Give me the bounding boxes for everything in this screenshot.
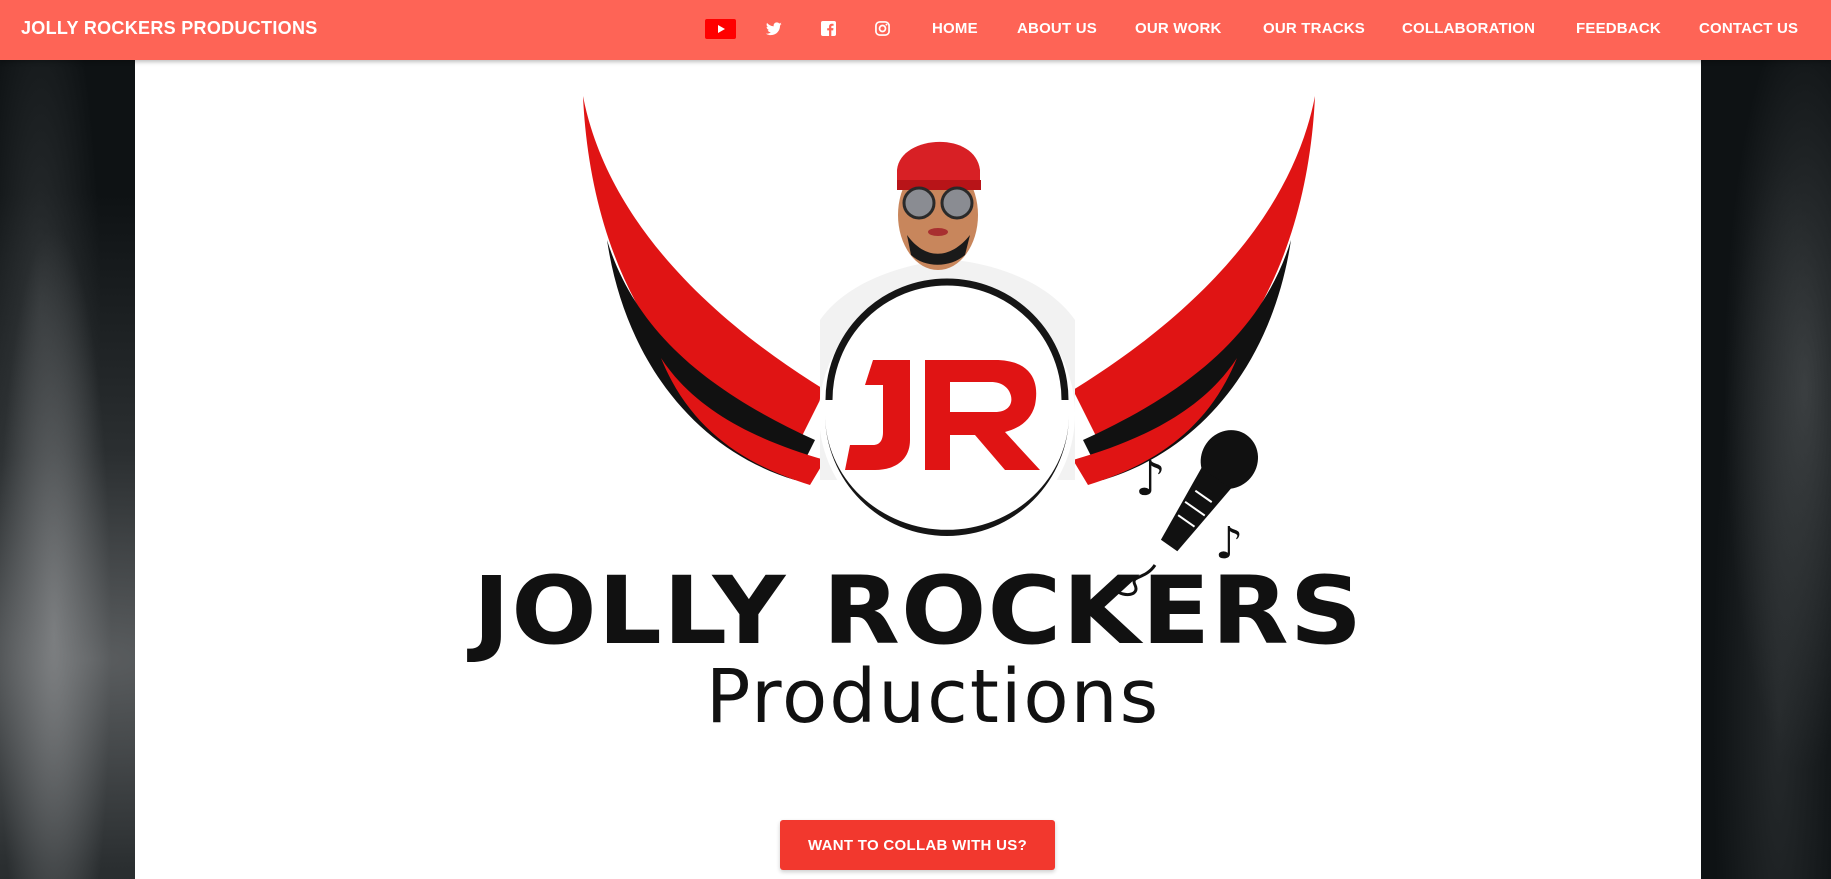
nav-contact-us[interactable]: CONTACT US	[1699, 0, 1798, 57]
youtube-icon	[705, 18, 736, 39]
svg-text:♪: ♪	[1135, 451, 1166, 507]
jolly-rockers-logo: ♪ ♪ JOLLY ROCKERS Productions	[135, 60, 1701, 780]
logo-text-line2: Productions	[705, 654, 1161, 740]
brand-link[interactable]: JOLLY ROCKERS PRODUCTIONS	[21, 0, 318, 57]
instagram-link[interactable]	[874, 0, 890, 57]
facebook-icon	[820, 21, 836, 36]
collab-button[interactable]: WANT TO COLLAB WITH US?	[780, 820, 1055, 870]
main-content: ♪ ♪ JOLLY ROCKERS Productions WANT TO CO…	[135, 60, 1701, 879]
top-navbar: JOLLY ROCKERS PRODUCTIONS HOME ABOUT US …	[0, 0, 1831, 60]
nav-home[interactable]: HOME	[932, 0, 978, 57]
nav-our-tracks[interactable]: OUR TRACKS	[1263, 0, 1365, 57]
twitter-icon	[766, 21, 782, 35]
twitter-link[interactable]	[765, 0, 783, 57]
nav-about-us[interactable]: ABOUT US	[1017, 0, 1097, 57]
background-smoke-left	[0, 60, 135, 879]
facebook-link[interactable]	[820, 0, 836, 57]
logo-text-line1: JOLLY ROCKERS	[472, 557, 1364, 666]
background-smoke-right	[1701, 60, 1831, 879]
nav-collaboration[interactable]: COLLABORATION	[1402, 0, 1535, 57]
nav-our-work[interactable]: OUR WORK	[1135, 0, 1222, 57]
instagram-icon	[874, 21, 890, 36]
nav-feedback[interactable]: FEEDBACK	[1576, 0, 1661, 57]
youtube-link[interactable]	[705, 0, 736, 57]
